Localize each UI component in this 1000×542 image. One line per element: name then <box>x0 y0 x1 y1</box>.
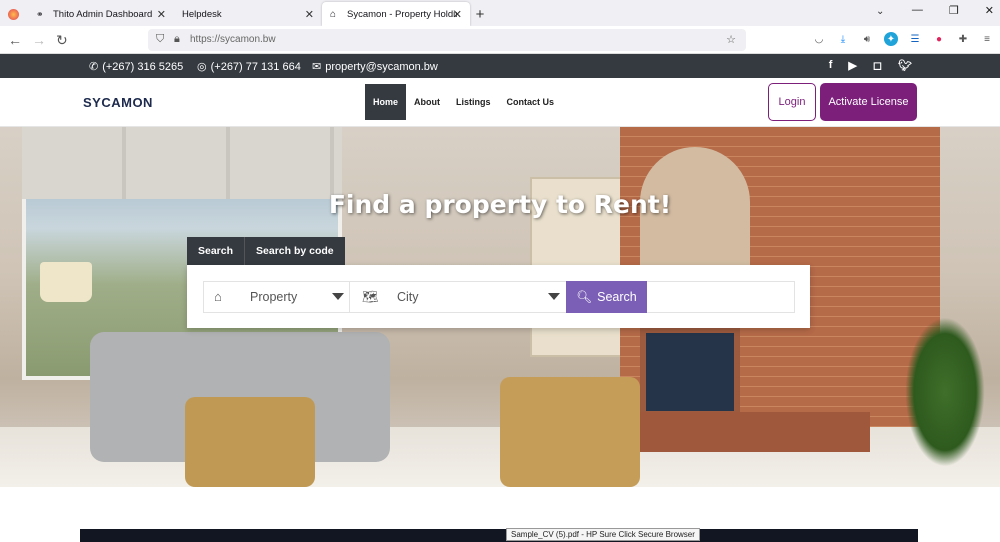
chevron-down-icon[interactable] <box>332 293 344 300</box>
menu-home[interactable]: Home <box>365 84 407 120</box>
hero-photo-hearth <box>630 412 870 452</box>
envelope-icon: ✉ <box>312 61 322 73</box>
menu-about[interactable]: About <box>406 84 448 120</box>
close-icon[interactable]: ✕ <box>157 8 166 21</box>
hero-photo-chair <box>185 397 315 487</box>
menu-listings[interactable]: Listings <box>448 84 499 120</box>
restore-icon[interactable]: ❐ <box>949 4 959 17</box>
social-links: f ▶ ◻ 🐦︎ <box>829 59 912 72</box>
site-header: SYCAMON Home About Listings Contact Us L… <box>0 78 1000 127</box>
hero-photo-blinds <box>22 127 342 199</box>
shield-icon[interactable]: ⛉ <box>156 33 164 46</box>
dark-section <box>80 529 918 542</box>
download-icon[interactable]: ⤓ <box>836 32 850 46</box>
contact-bar: ✆ (+267) 316 5265 ◎ (+267) 77 131 664 ✉ … <box>0 54 1000 78</box>
tab-title: Thito Admin Dashboard <box>53 8 153 20</box>
menu-contact-us[interactable]: Contact Us <box>499 84 563 120</box>
hero-title: Find a property to Rent! <box>328 190 672 219</box>
window-controls: — ❐ ✕ <box>912 4 994 17</box>
tab-search-by-code[interactable]: Search by code <box>244 237 345 265</box>
search-button[interactable]: 🔍︎ Search <box>566 281 647 313</box>
house-icon: ⌂ <box>330 8 337 20</box>
divider <box>349 282 350 312</box>
search-icon: 🔍︎ <box>576 289 593 304</box>
tab-title: Helpdesk <box>182 8 222 20</box>
whatsapp-icon: ◎ <box>197 61 207 73</box>
tab-helpdesk[interactable]: Helpdesk ✕ <box>174 2 322 26</box>
firefox-menu[interactable] <box>0 2 28 26</box>
search-button-label: Search <box>597 290 637 304</box>
hero-photo-chair-right <box>500 377 640 487</box>
lock-icon[interactable]: 🔒︎ <box>174 33 180 46</box>
tab-thito-admin[interactable]: ⚭ Thito Admin Dashboard ✕ <box>28 2 174 26</box>
browser-nav-bar: ← → ↻ ⛉ 🔒︎ https://sycamon.bw ☆ ◡ ⤓ 🔊︎ ✦… <box>0 26 1000 54</box>
phone-icon: ✆ <box>89 61 99 73</box>
speaker-icon[interactable]: 🔊︎ <box>860 32 874 46</box>
youtube-icon[interactable]: ▶ <box>848 59 856 72</box>
minimize-icon[interactable]: — <box>912 4 923 17</box>
hero-photo-plant <box>905 317 985 467</box>
phone-contact-2[interactable]: ◎ (+267) 77 131 664 <box>197 60 301 74</box>
close-icon[interactable]: ✕ <box>453 8 462 21</box>
tab-sycamon[interactable]: ⌂ Sycamon - Property Holding Co ✕ <box>322 2 470 26</box>
tab-search[interactable]: Search <box>187 237 245 265</box>
search-form: ⌂ Property 🗺︎ City 🔍︎ Search <box>203 281 795 313</box>
extension-blue-icon[interactable]: ✦ <box>884 32 898 46</box>
extension-red-icon[interactable]: ● <box>932 32 946 46</box>
app-menu-icon[interactable]: ≡ <box>980 32 994 46</box>
tab-title: Sycamon - Property Holding Co <box>347 8 457 20</box>
phone-number-1: (+267) 316 5265 <box>102 60 184 73</box>
bookmark-star-icon[interactable]: ☆ <box>726 33 736 46</box>
new-tab-button[interactable]: + <box>470 2 490 26</box>
hero-photo-fireplace <box>640 327 740 417</box>
instagram-icon[interactable]: ◻ <box>873 59 882 72</box>
forward-icon[interactable]: → <box>32 32 46 48</box>
map-icon: 🗺︎ <box>362 289 379 304</box>
email-address: property@sycamon.bw <box>325 60 438 73</box>
home-icon: ⌂ <box>214 289 222 304</box>
chevron-down-icon[interactable] <box>548 293 560 300</box>
toolbar-icons: ◡ ⤓ 🔊︎ ✦ ☰ ● ✚ ≡ <box>812 32 994 46</box>
url-text: https://sycamon.bw <box>190 34 276 45</box>
property-select[interactable]: Property <box>250 290 297 304</box>
brand-logo[interactable]: SYCAMON <box>83 95 153 110</box>
tooltip: Sample_CV (5).pdf - HP Sure Click Secure… <box>506 528 700 541</box>
close-icon[interactable]: ✕ <box>305 8 314 21</box>
phone-number-2: (+267) 77 131 664 <box>210 60 301 73</box>
url-bar[interactable]: ⛉ 🔒︎ https://sycamon.bw ☆ <box>148 29 746 51</box>
reload-icon[interactable]: ↻ <box>56 32 68 49</box>
twitter-icon[interactable]: 🐦︎ <box>898 59 912 72</box>
search-tabs: Search Search by code <box>187 237 345 265</box>
activate-license-button[interactable]: Activate License <box>820 83 917 121</box>
login-button[interactable]: Login <box>768 83 816 121</box>
pocket-icon[interactable]: ◡ <box>812 32 826 46</box>
phone-contact-1[interactable]: ✆ (+267) 316 5265 <box>89 60 184 74</box>
browser-tab-bar: ⚭ Thito Admin Dashboard ✕ Helpdesk ✕ ⌂ S… <box>0 0 1000 26</box>
city-select[interactable]: City <box>397 290 419 304</box>
extension-bars-icon[interactable]: ☰ <box>908 32 922 46</box>
facebook-icon[interactable]: f <box>829 59 833 72</box>
main-menu: Home About Listings Contact Us <box>365 84 562 120</box>
hero-photo-lamp <box>40 262 92 302</box>
glasses-icon: ⚭ <box>36 8 44 19</box>
close-window-icon[interactable]: ✕ <box>985 4 994 17</box>
search-panel: ⌂ Property 🗺︎ City 🔍︎ Search <box>187 265 810 328</box>
extensions-puzzle-icon[interactable]: ✚ <box>956 32 970 46</box>
firefox-icon <box>8 8 19 20</box>
email-contact[interactable]: ✉ property@sycamon.bw <box>312 60 438 74</box>
chevron-down-icon[interactable]: ⌄ <box>876 6 884 17</box>
back-icon[interactable]: ← <box>8 32 22 48</box>
